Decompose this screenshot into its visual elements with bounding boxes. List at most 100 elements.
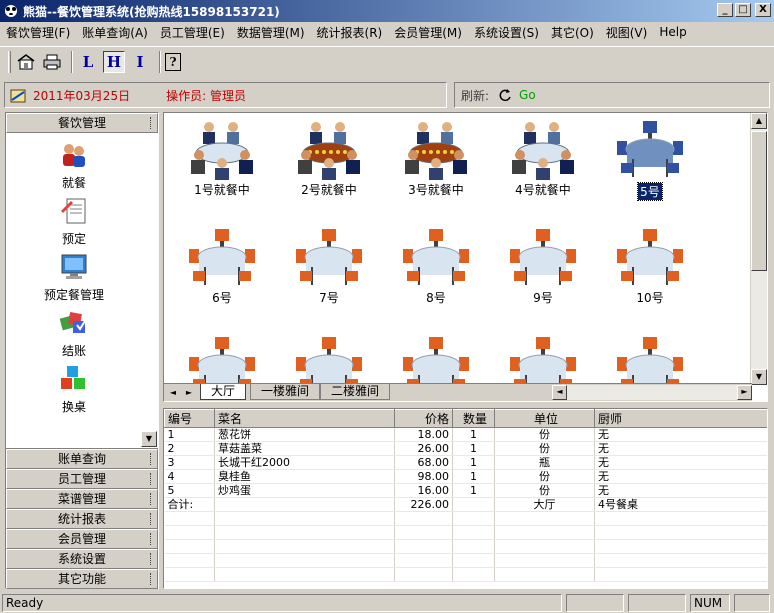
sidebar-item-dine[interactable]: 就餐 — [6, 141, 142, 191]
toolbar-grip[interactable] — [8, 50, 11, 73]
table-row[interactable]: 4 臭桂鱼 98.00 1 份无 — [164, 469, 767, 484]
tab-next-button[interactable]: ► — [182, 385, 196, 400]
icon-view-button[interactable]: I — [129, 51, 151, 73]
cell-unit: 份 — [494, 427, 595, 442]
dining-table-7[interactable]: 7号 — [279, 227, 379, 337]
sidebar-item-reserve[interactable]: 预定 — [6, 197, 142, 247]
col-qty[interactable]: 数量 — [452, 409, 495, 428]
section-menu[interactable]: 菜谱管理 — [6, 489, 158, 509]
tab-floor2-rooms[interactable]: 二楼雅间 — [320, 384, 391, 400]
maximize-button[interactable]: □ — [735, 3, 751, 17]
empty-cell — [214, 511, 395, 526]
scroll-down-button[interactable]: ▼ — [751, 369, 767, 385]
col-number[interactable]: 编号 — [164, 409, 215, 428]
menu-settings[interactable]: 系统设置(S) — [474, 24, 545, 41]
vertical-scrollbar[interactable]: ▲ ▼ — [750, 113, 767, 385]
table-label-text: 2号就餐中 — [301, 183, 357, 197]
empty-cell — [394, 525, 453, 540]
dining-table-3[interactable]: 3号就餐中 — [386, 119, 486, 229]
sidebar-item-checkout[interactable]: 结账 — [6, 309, 142, 359]
home-button[interactable] — [15, 51, 37, 73]
col-price[interactable]: 价格 — [394, 409, 453, 428]
dining-table-6[interactable]: 6号 — [172, 227, 272, 337]
menu-reports[interactable]: 统计报表(R) — [317, 24, 389, 41]
section-label: 统计报表 — [57, 512, 106, 526]
table-row[interactable]: 2 草菇盖菜 26.00 1 份无 — [164, 441, 767, 456]
print-button[interactable] — [41, 51, 63, 73]
grip-icon — [150, 453, 154, 465]
cell-no: 3 — [164, 455, 215, 470]
horizontal-view-button[interactable]: H — [103, 50, 125, 73]
menu-members[interactable]: 会员管理(M) — [394, 24, 468, 41]
cell-qty: 1 — [452, 441, 495, 456]
refresh-icon[interactable] — [497, 87, 513, 103]
table-label: 3号就餐中 — [386, 181, 486, 198]
dining-table-9[interactable]: 9号 — [493, 227, 593, 337]
scroll-thumb[interactable] — [751, 131, 767, 271]
menu-view[interactable]: 视图(V) — [606, 24, 654, 41]
section-settings[interactable]: 系统设置 — [6, 549, 158, 569]
menu-dining[interactable]: 餐饮管理(F) — [6, 24, 76, 41]
cubes-icon — [61, 366, 85, 389]
scroll-right-button[interactable]: ► — [737, 385, 752, 400]
order-panel: 编号 菜名 价格 数量 单位 厨师 1 葱花饼 18.00 1 份无 2 草菇盖菜 26.00… — [163, 408, 768, 589]
menu-other[interactable]: 其它(O) — [551, 24, 600, 41]
dining-table-1[interactable]: 1号就餐中 — [172, 119, 272, 229]
section-staff[interactable]: 员工管理 — [6, 469, 158, 489]
grip-icon — [150, 513, 154, 525]
table-label: 1号就餐中 — [172, 181, 272, 198]
section-other[interactable]: 其它功能 — [6, 569, 158, 589]
table-row[interactable]: 1 葱花饼 18.00 1 份无 — [164, 427, 767, 442]
cell-qty: 1 — [452, 455, 495, 470]
menu-data[interactable]: 数据管理(M) — [237, 24, 311, 41]
minimize-button[interactable]: _ — [717, 3, 733, 17]
section-label: 餐饮管理 — [57, 116, 106, 130]
help-button[interactable]: ? — [165, 52, 181, 71]
empty-cell — [164, 539, 215, 554]
sidebar-item-change-table[interactable]: 换桌 — [6, 365, 142, 415]
dining-table-10[interactable]: 10号 — [600, 227, 700, 337]
dining-table-5[interactable]: 5号 — [600, 119, 700, 229]
tab-prev-button[interactable]: ◄ — [166, 385, 180, 400]
empty-cell — [494, 511, 595, 526]
table-row[interactable]: 3 长城干红2000 68.00 1 瓶无 — [164, 455, 767, 470]
cell-price: 26.00 — [394, 441, 453, 456]
cell-price: 68.00 — [394, 455, 453, 470]
empty-cell — [394, 511, 453, 526]
toolbar-separator — [71, 50, 73, 73]
large-icons-button[interactable]: L — [77, 51, 99, 73]
order-header-row: 编号 菜名 价格 数量 单位 厨师 — [164, 409, 767, 428]
table-row[interactable]: 5 炒鸡蛋 16.00 1 份无 — [164, 483, 767, 498]
panel-scroll-down-button[interactable]: ▼ — [141, 431, 157, 447]
section-dining[interactable]: 餐饮管理 — [6, 113, 158, 133]
empty-cell — [494, 525, 595, 540]
tab-hall[interactable]: 大厅 — [200, 384, 247, 400]
menu-help[interactable]: Help — [659, 25, 692, 39]
sidebar-item-label: 预定餐管理 — [43, 288, 104, 302]
go-button[interactable]: Go — [519, 88, 536, 102]
dining-table-4[interactable]: 4号就餐中 — [493, 119, 593, 229]
menu-staff[interactable]: 员工管理(E) — [160, 24, 231, 41]
menu-bills[interactable]: 账单查询(A) — [82, 24, 154, 41]
section-label: 系统设置 — [57, 552, 106, 566]
horizontal-scrollbar[interactable]: ◄ ► — [552, 385, 752, 400]
empty-table-icon — [279, 227, 379, 289]
section-bills[interactable]: 账单查询 — [6, 449, 158, 469]
table-label-text: 4号就餐中 — [515, 183, 571, 197]
total-row: 合计: 226.00 大厅 4号餐桌 — [164, 497, 767, 512]
toolbar-separator — [159, 50, 161, 73]
scroll-left-button[interactable]: ◄ — [552, 385, 567, 400]
close-button[interactable]: X — [755, 3, 771, 17]
tab-floor1-rooms[interactable]: 一楼雅间 — [250, 384, 321, 400]
dining-table-2[interactable]: 2号就餐中 — [279, 119, 379, 229]
section-members[interactable]: 会员管理 — [6, 529, 158, 549]
col-dish[interactable]: 菜名 — [214, 409, 395, 428]
col-chef[interactable]: 厨师 — [594, 409, 767, 428]
section-reports[interactable]: 统计报表 — [6, 509, 158, 529]
sidebar-item-reserve-manage[interactable]: 预定餐管理 — [6, 253, 142, 303]
col-unit[interactable]: 单位 — [494, 409, 595, 428]
grip-icon — [150, 533, 154, 545]
dining-table-8[interactable]: 8号 — [386, 227, 486, 337]
scroll-up-button[interactable]: ▲ — [751, 113, 767, 129]
num-lock-indicator: NUM — [690, 594, 730, 612]
